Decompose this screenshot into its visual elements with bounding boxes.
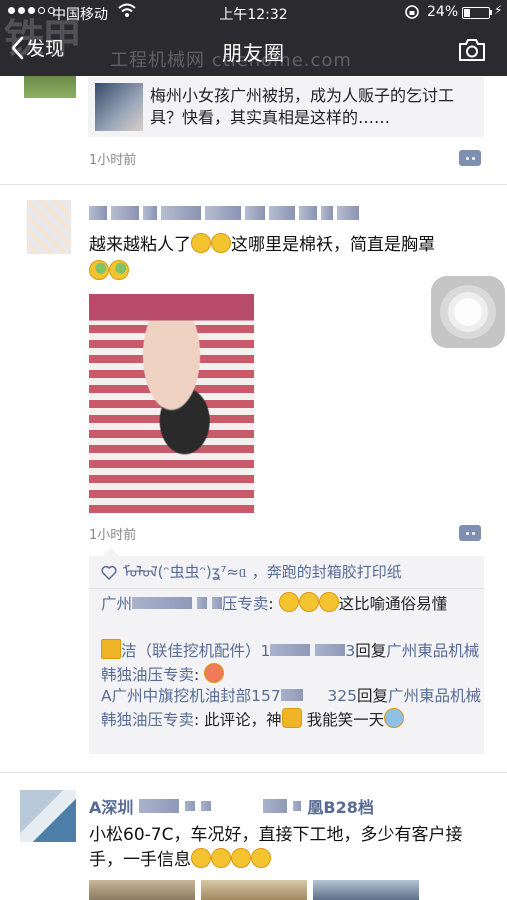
- shared-link-title: 梅州小女孩广州被拐，成为人贩子的乞讨工具？快看，其实真相是这样的……: [150, 86, 455, 127]
- emoji-icon: [191, 848, 211, 868]
- orientation-lock-icon: [405, 5, 419, 19]
- crown-icon: [101, 639, 121, 659]
- thumbs-up-icon: [281, 708, 302, 728]
- comment-menu-button[interactable]: [459, 150, 481, 166]
- poster-name[interactable]: [89, 202, 409, 224]
- shared-link-thumbnail: [95, 83, 143, 131]
- post-photos: [89, 880, 419, 900]
- comment[interactable]: 洁（联佳挖机配件）1 3回复广州東品机械韩独油压专卖:: [101, 639, 481, 687]
- comment[interactable]: 广州 压专卖: 这比喻通俗易懂: [101, 592, 481, 616]
- header: 中国移动 上午12:32 24% ⚡ 铁甲 发现 工程机械网 ctiehome.…: [0, 0, 507, 76]
- charging-icon: ⚡: [494, 3, 503, 17]
- emoji-icon: [204, 663, 225, 683]
- avatar[interactable]: [24, 76, 76, 98]
- emoji-icon: [318, 592, 339, 612]
- camera-icon[interactable]: [458, 38, 486, 62]
- emoji-icon: [211, 233, 231, 253]
- post-time: 1小时前: [89, 528, 137, 543]
- emoji-icon: [384, 708, 405, 728]
- commenter-name[interactable]: A广州中旗挖机油封部157 325: [101, 687, 357, 705]
- battery-tip: [490, 10, 492, 15]
- battery-percent: 24%: [427, 4, 459, 20]
- emoji-icon: [231, 848, 251, 868]
- assistive-touch-button[interactable]: [431, 276, 505, 348]
- post-photo[interactable]: [201, 880, 307, 900]
- post-divider: [0, 772, 507, 773]
- avatar[interactable]: [27, 200, 71, 254]
- post-text: 小松60-7C，车况好，直接下工地，多少有客户接手，一手信息: [89, 825, 463, 870]
- post-photo[interactable]: [89, 294, 254, 513]
- nav-bar: 发现 工程机械网 ctiehome.com 朋友圈: [0, 26, 507, 76]
- comments-box: ᠮᠣᠯᠣᠯ(ᵔ虫虫ᵔ)ʓ⁷≈ᥲ ，奔跑的封箱胶打印纸 广州 压专卖: 这比喻通俗…: [89, 548, 484, 754]
- likes-row: ᠮᠣᠯᠣᠯ(ᵔ虫虫ᵔ)ʓ⁷≈ᥲ ，奔跑的封箱胶打印纸: [101, 562, 477, 582]
- battery-icon: [462, 7, 490, 19]
- emoji-icon: [211, 848, 231, 868]
- commenter-name[interactable]: 广州 压专卖: [101, 595, 268, 613]
- comment-menu-button[interactable]: [459, 525, 481, 541]
- likes-names[interactable]: ᠮᠣᠯᠣᠯ(ᵔ虫虫ᵔ)ʓ⁷≈ᥲ ，奔跑的封箱胶打印纸: [123, 562, 402, 582]
- page-title: 朋友圈: [222, 41, 285, 65]
- avatar[interactable]: [20, 790, 76, 842]
- heart-icon: [101, 565, 117, 580]
- post-time: 1小时前: [89, 153, 137, 168]
- comment[interactable]: A广州中旗挖机油封部157 325回复广州東品机械韩独油压专卖: 此评论，神 我…: [101, 685, 481, 732]
- shared-link-card[interactable]: 梅州小女孩广州被拐，成为人贩子的乞讨工具？快看，其实真相是这样的……: [88, 77, 484, 137]
- emoji-icon: [109, 260, 129, 280]
- commenter-name[interactable]: 洁（联佳挖机配件）1 3: [121, 642, 355, 660]
- post-photo[interactable]: [89, 880, 195, 900]
- emoji-icon: [278, 592, 299, 612]
- likes-divider: [89, 588, 484, 589]
- post-divider: [0, 184, 507, 185]
- emoji-icon: [191, 233, 211, 253]
- emoji-icon: [251, 848, 271, 868]
- post-photo[interactable]: [313, 880, 419, 900]
- poster-name[interactable]: A深圳 凰B28档: [89, 794, 374, 818]
- emoji-icon: [89, 260, 109, 280]
- emoji-icon: [298, 592, 319, 612]
